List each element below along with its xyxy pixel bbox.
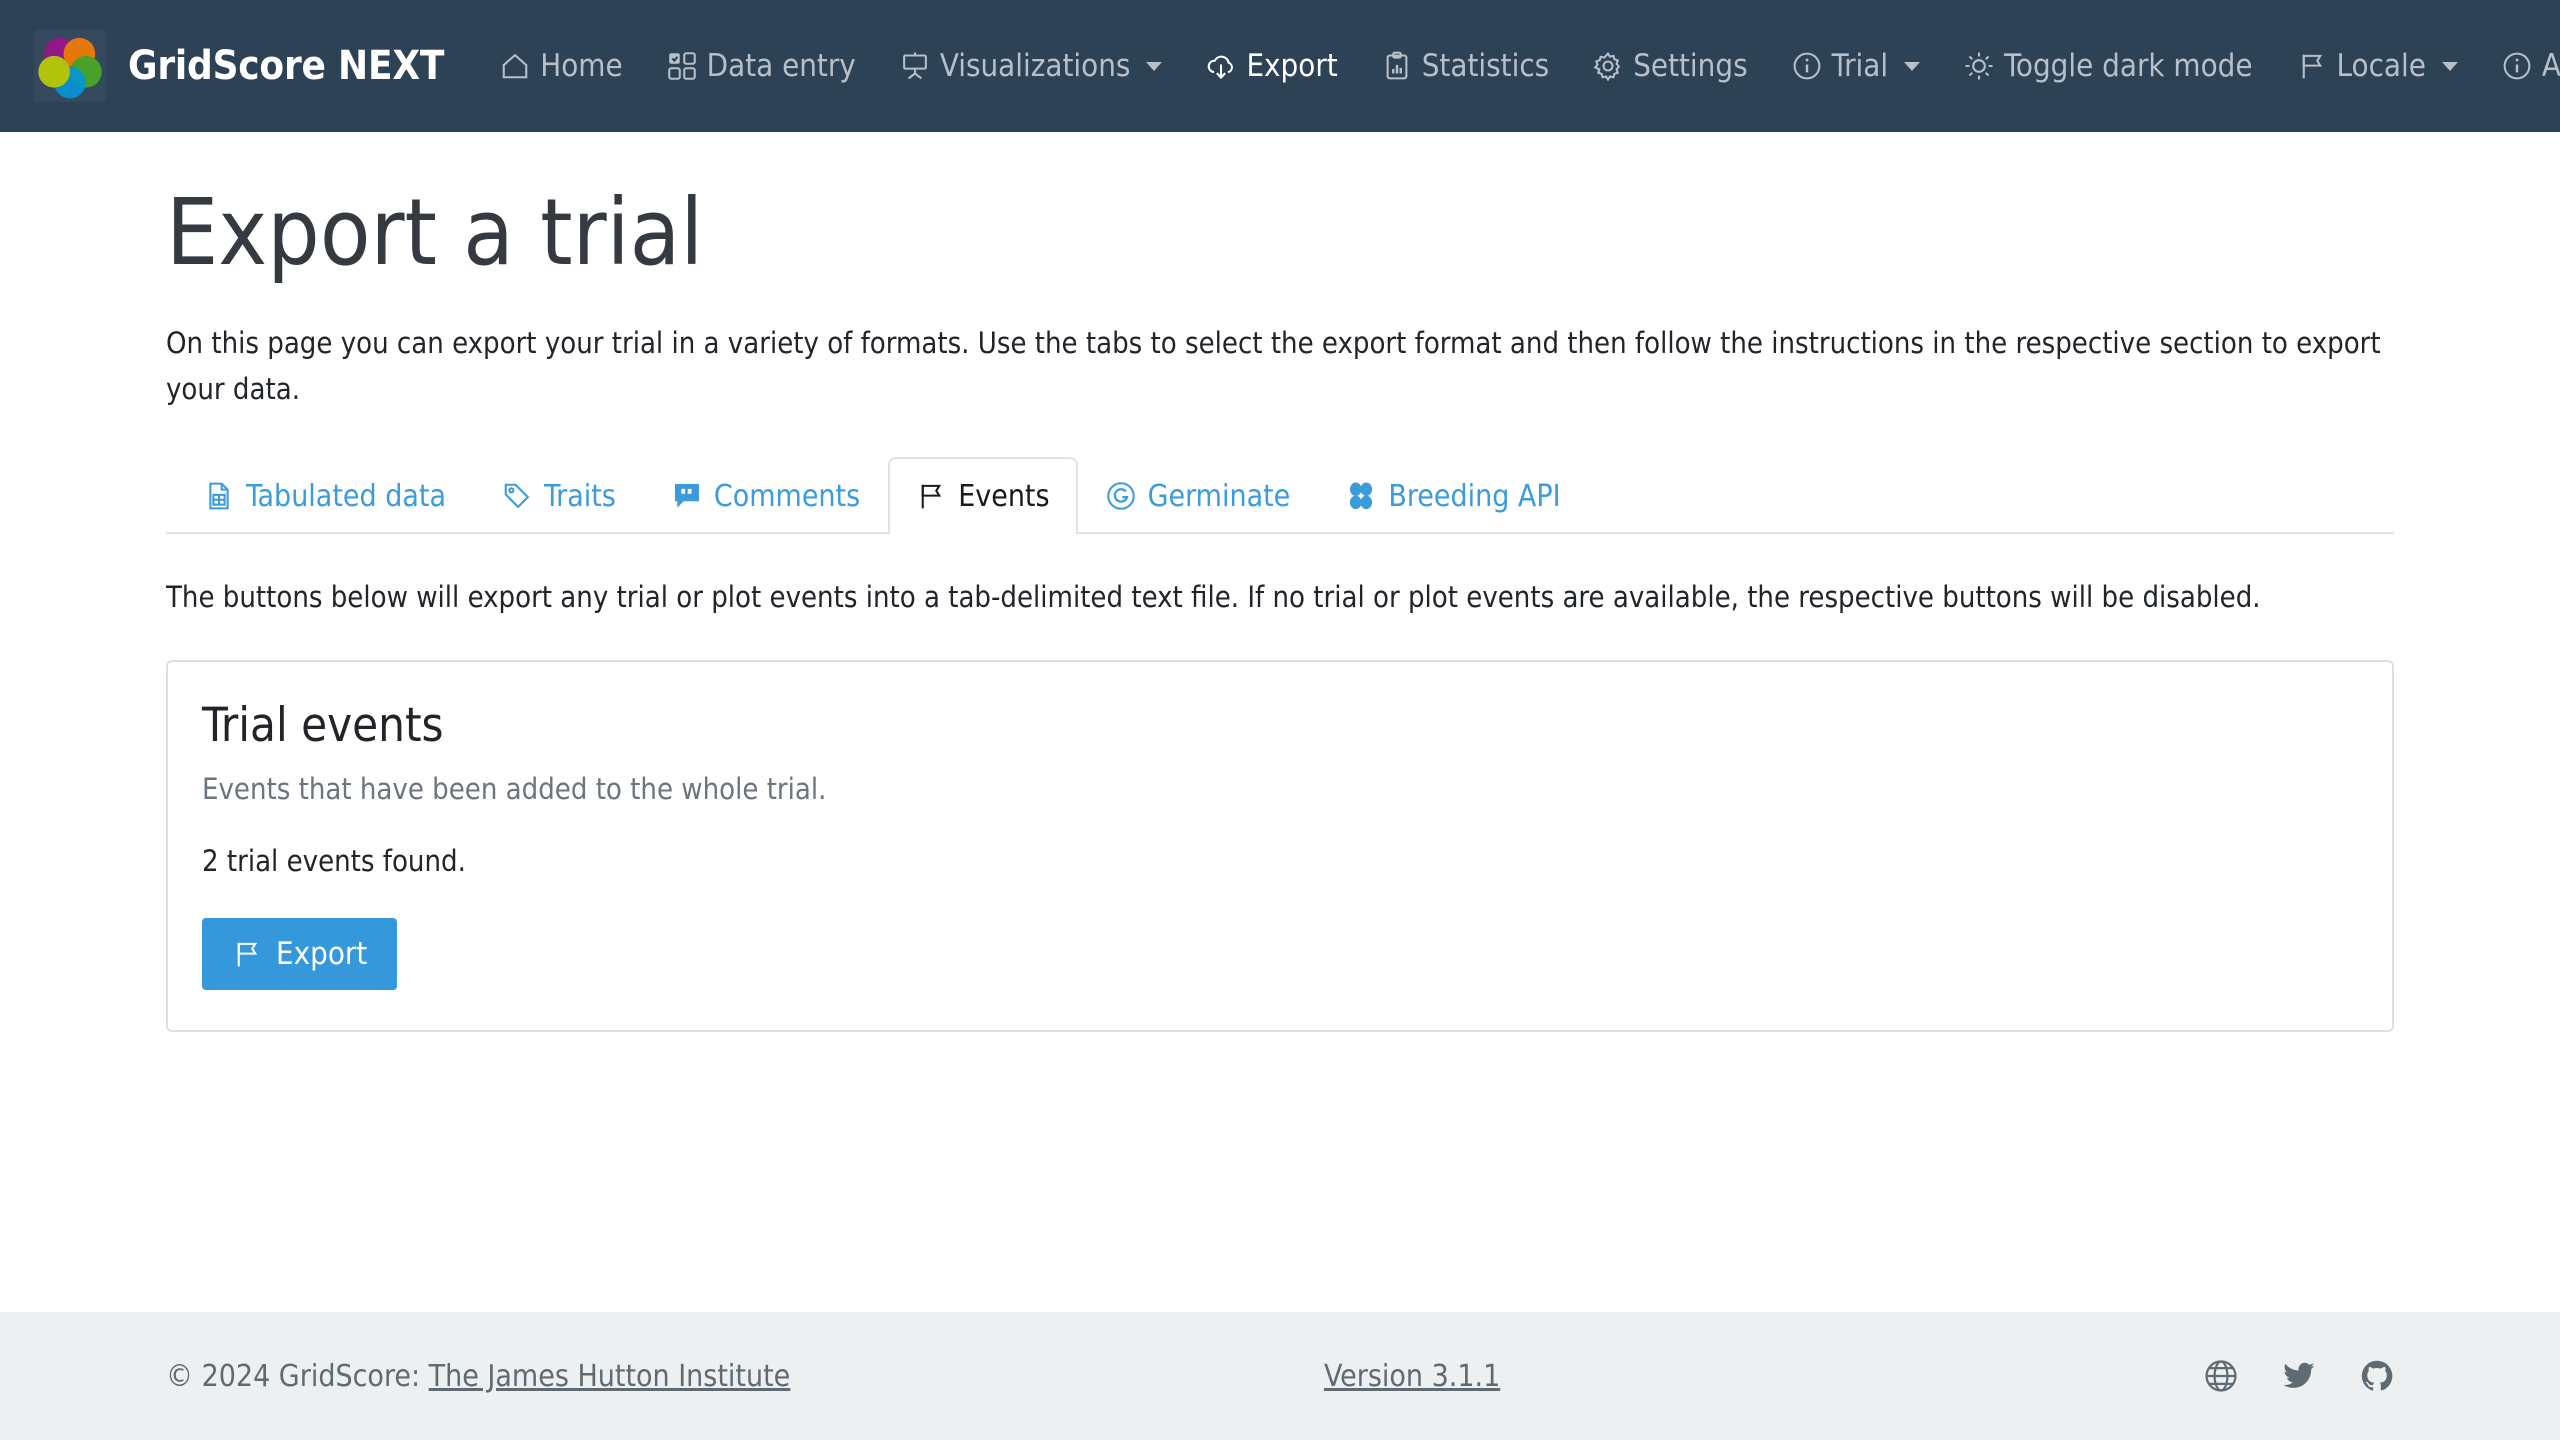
chevron-down-icon: [1904, 61, 1921, 71]
page-footer: © 2024 GridScore: The James Hutton Insti…: [0, 1312, 2560, 1440]
tab-breeding-api[interactable]: Breeding API: [1318, 457, 1588, 534]
nav-item-export[interactable]: Export: [1184, 38, 1359, 94]
main-content: Export a trial On this page you can expo…: [0, 132, 2560, 1312]
sun-icon: [1964, 51, 1994, 81]
brapi-icon: [1346, 481, 1376, 511]
tab-label: Breeding API: [1388, 478, 1561, 514]
nav-item-label: Data entry: [706, 48, 856, 84]
nav-item-visualizations[interactable]: Visualizations: [878, 38, 1185, 94]
nav-item-label: Trial: [1831, 48, 1889, 84]
tab-label: Comments: [713, 478, 861, 514]
tab-tabulated-data[interactable]: Tabulated data: [176, 457, 474, 534]
export-format-tabs: Tabulated data Traits Comments Events Ge…: [166, 456, 2394, 534]
export-button-label: Export: [276, 935, 368, 972]
nav-item-about[interactable]: About: [2480, 38, 2560, 94]
easel-icon: [900, 51, 930, 81]
github-icon[interactable]: [2360, 1359, 2394, 1393]
nav-item-label: Export: [1246, 48, 1338, 84]
tab-comments[interactable]: Comments: [644, 457, 888, 534]
tab-label: Events: [958, 478, 1050, 514]
tab-traits[interactable]: Traits: [474, 457, 644, 534]
card-subtitle: Events that have been added to the whole…: [202, 771, 827, 806]
footer-version: Version 3.1.1: [790, 1359, 2204, 1394]
clipboard-chart-icon: [1382, 51, 1412, 81]
copyright-text: © 2024 GridScore:: [166, 1358, 429, 1394]
nav-item-data-entry[interactable]: Data entry: [645, 38, 878, 94]
house-icon: [500, 51, 530, 81]
page-description: On this page you can export your trial i…: [166, 325, 2381, 407]
trial-events-card: Trial events Events that have been added…: [166, 659, 2394, 1032]
gridscore-flower-logo: [34, 30, 106, 102]
globe-icon[interactable]: [2204, 1359, 2238, 1393]
brand[interactable]: GridScore NEXT: [34, 30, 444, 102]
top-navbar: GridScore NEXT Home Data entry Visualiza…: [0, 0, 2560, 132]
flag-icon: [2297, 51, 2327, 81]
chevron-down-icon: [1146, 61, 1163, 71]
nav-item-locale[interactable]: Locale: [2275, 38, 2480, 94]
tab-label: Tabulated data: [246, 478, 447, 514]
chevron-down-icon: [2441, 61, 2458, 71]
table-file-icon: [204, 481, 234, 511]
info-circle-icon: [1792, 51, 1822, 81]
brand-title: GridScore NEXT: [128, 43, 445, 89]
export-trial-events-button[interactable]: Export: [202, 917, 398, 990]
institute-link[interactable]: The James Hutton Institute: [429, 1359, 791, 1394]
footer-copyright: © 2024 GridScore: The James Hutton Insti…: [166, 1359, 790, 1394]
nav-item-home[interactable]: Home: [478, 38, 644, 94]
nav-item-settings[interactable]: Settings: [1571, 38, 1769, 94]
footer-social-links: [2204, 1359, 2394, 1393]
nav-item-label: Locale: [2336, 48, 2426, 84]
nav-item-label: Settings: [1633, 48, 1748, 84]
twitter-icon[interactable]: [2282, 1359, 2316, 1393]
flag-icon: [232, 939, 262, 969]
nav-item-statistics[interactable]: Statistics: [1360, 38, 1571, 94]
tab-label: Traits: [544, 478, 616, 514]
info-circle-icon: [2502, 51, 2532, 81]
germinate-circle-icon: [1106, 481, 1136, 511]
version-link[interactable]: Version 3.1.1: [1324, 1359, 1500, 1394]
gear-icon: [1593, 51, 1623, 81]
events-intro-text: The buttons below will export any trial …: [166, 579, 2261, 614]
tag-icon: [502, 481, 532, 511]
tab-label: Germinate: [1147, 478, 1291, 514]
page-title: Export a trial: [166, 179, 704, 286]
comment-icon: [672, 481, 702, 511]
nav-item-label: Statistics: [1421, 48, 1550, 84]
primary-nav: Home Data entry Visualizations Export St…: [478, 38, 1769, 94]
tab-germinate[interactable]: Germinate: [1078, 457, 1319, 534]
tab-events[interactable]: Events: [888, 456, 1078, 534]
nav-item-trial[interactable]: Trial: [1770, 38, 1943, 94]
secondary-nav: Trial Toggle dark mode Locale A: [1770, 38, 2560, 94]
flag-icon: [916, 481, 946, 511]
grid-check-icon: [667, 51, 697, 81]
cloud-download-icon: [1206, 51, 1236, 81]
nav-item-toggle-dark-mode[interactable]: Toggle dark mode: [1942, 38, 2274, 94]
trial-events-count: 2 trial events found.: [202, 843, 466, 878]
nav-item-label: Toggle dark mode: [2004, 48, 2253, 84]
card-title: Trial events: [202, 697, 444, 753]
nav-item-label: Visualizations: [939, 48, 1131, 84]
nav-item-label: Home: [540, 48, 623, 84]
nav-item-label: About: [2541, 48, 2560, 84]
